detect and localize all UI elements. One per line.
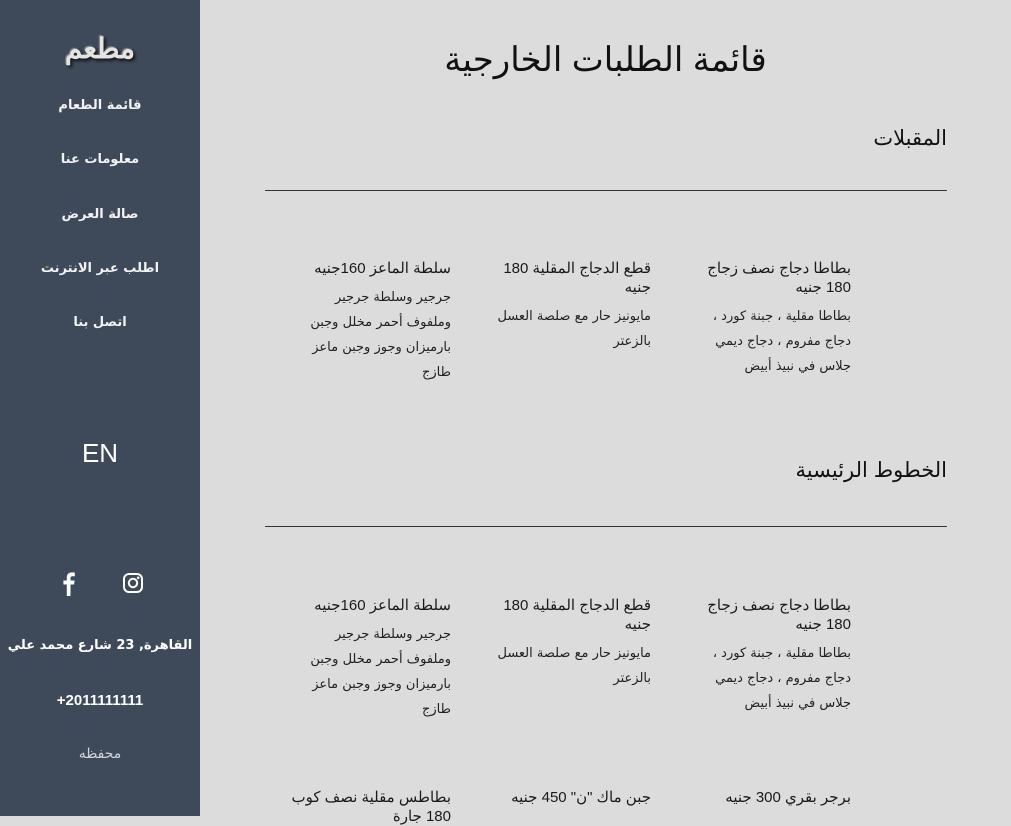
menu-item: جبن ماك "ن" 450 جنيه — [491, 788, 651, 807]
section-divider — [265, 190, 947, 191]
section-divider — [265, 526, 947, 527]
menu-item-name: سلطة الماعز 160جنيه — [314, 597, 451, 614]
menu-item: قطع الدجاج المقلية 180 جنيه مايونيز حار … — [491, 259, 651, 354]
page-title: قائمة الطلبات الخارجية — [444, 41, 767, 79]
nav-about[interactable]: معلومات عنا — [0, 152, 200, 167]
phone-number: +2011111111 — [56, 692, 144, 709]
menu-item: بطاطا دجاج نصف زجاج 180 جنيه بطاطا مقلية… — [691, 259, 851, 379]
section-title-main-courses: الخطوط الرئيسية — [795, 459, 947, 482]
social-links — [0, 570, 200, 598]
menu-item: سلطة الماعز 160جنيه جرجير وسلطة جرجير وم… — [291, 596, 451, 722]
menu-item: قطع الدجاج المقلية 180 جنيه مايونيز حار … — [491, 596, 651, 691]
menu-item-name: برجر بقري 300 جنيه — [725, 789, 851, 806]
address: القاهرة, 23 شارع محمد علي — [7, 638, 193, 653]
language-toggle[interactable]: EN — [0, 438, 200, 469]
nav-menu[interactable]: قائمة الطعام — [0, 98, 200, 113]
nav-order-online[interactable]: اطلب عبر الانترنت — [0, 261, 200, 276]
menu-item-name: جبن ماك "ن" 450 جنيه — [511, 789, 651, 806]
main-content: قائمة الطلبات الخارجية المقبلات بطاطا دج… — [200, 0, 1011, 825]
menu-item-description: مايونيز حار مع صلصة العسل بالزعتر — [497, 646, 651, 686]
menu-item-name: قطع الدجاج المقلية 180 جنيه — [503, 597, 651, 633]
menu-item: بطاطس مقلية نصف كوب 180 جارة — [291, 788, 452, 826]
section-title-appetizers: المقبلات — [873, 127, 947, 150]
menu-item-description: مايونيز حار مع صلصة العسل بالزعتر — [497, 309, 651, 349]
menu-item-name: سلطة الماعز 160جنيه — [314, 260, 451, 277]
nav-gallery[interactable]: صالة العرض — [0, 207, 200, 222]
restaurant-logo[interactable]: مطعم — [0, 32, 200, 65]
menu-item-name: قطع الدجاج المقلية 180 جنيه — [503, 260, 651, 296]
menu-item: سلطة الماعز 160جنيه جرجير وسلطة جرجير وم… — [291, 259, 451, 385]
facebook-icon[interactable] — [58, 570, 80, 596]
sidebar: مطعم قائمة الطعام معلومات عنا صالة العرض… — [0, 0, 200, 816]
menu-item: بطاطا دجاج نصف زجاج 180 جنيه بطاطا مقلية… — [691, 596, 851, 716]
menu-item-description: بطاطا مقلية ، جبنة كورد ، دجاج مفروم ، د… — [712, 646, 851, 711]
menu-item-name: بطاطا دجاج نصف زجاج 180 جنيه — [707, 597, 851, 633]
menu-item-description: جرجير وسلطة جرجير وملفوف أحمر مخلل وجبن … — [310, 627, 451, 717]
menu-item-description: جرجير وسلطة جرجير وملفوف أحمر مخلل وجبن … — [310, 290, 451, 380]
menu-item-name: بطاطس مقلية نصف كوب 180 جارة — [291, 789, 452, 825]
instagram-icon[interactable] — [122, 572, 144, 594]
menu-item-description: بطاطا مقلية ، جبنة كورد ، دجاج مفروم ، د… — [712, 309, 851, 374]
save-link[interactable]: محفظه — [0, 746, 200, 762]
menu-item: برجر بقري 300 جنيه — [691, 788, 851, 807]
menu-item-name: بطاطا دجاج نصف زجاج 180 جنيه — [707, 260, 851, 296]
nav-contact[interactable]: اتصل بنا — [0, 315, 200, 330]
